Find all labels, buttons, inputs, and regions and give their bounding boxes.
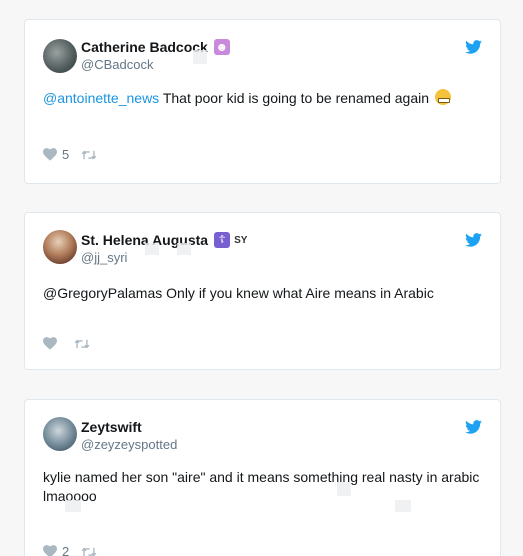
image-artifact [145,243,159,255]
handle[interactable]: @jj_syri [81,250,247,265]
image-artifact [177,243,191,255]
avatar[interactable] [43,230,77,264]
image-artifact [395,500,411,512]
tweet-feed: Catherine Badcock ☻ @CBadcock @antoinett… [0,0,523,556]
tweet-actions: 5 [43,147,109,162]
heart-icon [43,337,57,350]
handle[interactable]: @zeyzeyspotted [81,437,177,452]
twitter-bird-icon[interactable] [465,420,482,434]
handle[interactable]: @CBadcock [81,57,230,72]
like-button[interactable] [43,337,62,350]
tweet-actions: 2 [43,544,109,556]
avatar[interactable] [43,39,77,73]
tweet-actions [43,337,102,350]
retweet-button[interactable] [81,149,97,161]
author-info: Zeytswift @zeyzeyspotted [81,418,177,452]
grimacing-face-emoji-icon [434,89,451,105]
twitter-bird-icon[interactable] [465,40,482,54]
like-count: 2 [62,544,70,556]
tweet-card[interactable]: Catherine Badcock ☻ @CBadcock @antoinett… [24,19,501,184]
heart-icon [43,545,57,556]
twitter-bird-icon[interactable] [465,233,482,247]
tweet-text: @antoinette_news That poor kid is going … [43,89,480,108]
image-artifact [337,482,351,496]
image-artifact [65,500,81,512]
mention-link[interactable]: @antoinette_news [43,90,159,106]
tweet-text: kylie named her son "aire" and it means … [43,469,480,504]
author-info: Catherine Badcock ☻ @CBadcock [81,38,230,72]
like-button[interactable]: 2 [43,544,69,556]
country-code-badge: SY [234,234,248,246]
avatar[interactable] [43,417,77,451]
retweet-button[interactable] [74,338,90,350]
author-info: St. Helena Augusta ☦ SY @jj_syri [81,231,247,265]
display-name[interactable]: Catherine Badcock [81,39,208,55]
retweet-icon [81,150,97,159]
tweet-text: @GregoryPalamas Only if you knew what Ai… [43,285,434,301]
like-count: 5 [62,147,70,162]
retweet-icon [81,547,97,556]
tweet-card[interactable]: St. Helena Augusta ☦ SY @jj_syri @Gregor… [24,212,501,370]
retweet-icon [74,339,90,348]
woman-gesturing-emoji-icon: ☻ [213,39,230,55]
tweet-body: That poor kid is going to be renamed aga… [159,90,429,106]
image-artifact [193,50,207,64]
display-name[interactable]: Zeytswift [81,419,142,435]
orthodox-cross-emoji-icon: ☦ [214,232,231,248]
heart-icon [43,148,57,161]
like-button[interactable]: 5 [43,147,69,162]
retweet-button[interactable] [81,546,97,556]
tweet-card[interactable]: Zeytswift @zeyzeyspotted kylie named her… [24,399,501,556]
